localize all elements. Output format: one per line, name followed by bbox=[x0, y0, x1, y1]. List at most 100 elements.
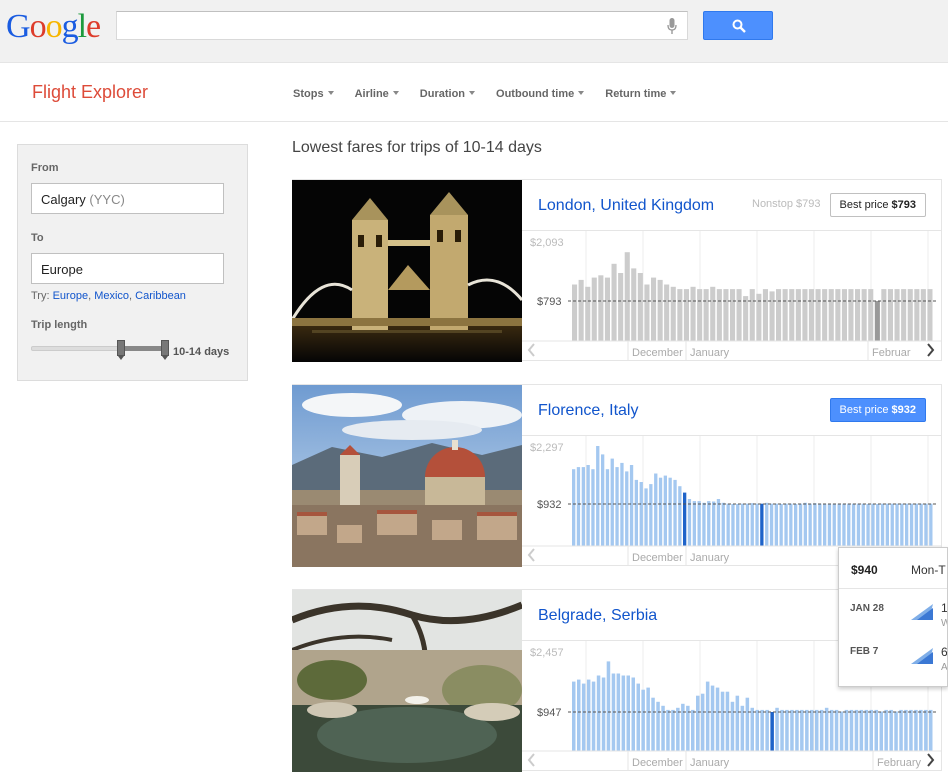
fare-bar bbox=[634, 479, 638, 546]
from-city: Calgary bbox=[41, 192, 86, 207]
fare-bar bbox=[697, 289, 703, 341]
fare-bar bbox=[700, 693, 705, 751]
month-label: January bbox=[690, 757, 730, 769]
fare-bar bbox=[702, 502, 706, 546]
outbound-date: JAN 28 bbox=[850, 603, 884, 614]
outbound-time: 1 bbox=[941, 601, 948, 615]
fare-bar bbox=[919, 503, 923, 546]
fare-bar bbox=[770, 712, 774, 751]
fare-bar bbox=[618, 273, 624, 341]
fare-bar bbox=[596, 675, 601, 751]
fare-bar bbox=[854, 709, 859, 751]
to-field[interactable]: Europe bbox=[31, 253, 224, 284]
fare-bar bbox=[651, 277, 657, 341]
filter-airline[interactable]: Airline bbox=[355, 88, 399, 100]
fare-bar bbox=[818, 503, 822, 546]
fare-bar bbox=[624, 252, 630, 341]
fare-bar bbox=[847, 503, 851, 546]
fare-bar bbox=[800, 709, 804, 751]
search-input[interactable] bbox=[116, 11, 688, 40]
fare-bar bbox=[755, 503, 759, 546]
fare-bar bbox=[755, 709, 759, 751]
fare-bar bbox=[697, 501, 701, 546]
destination-link[interactable]: Belgrade, Serbia bbox=[538, 607, 657, 625]
fare-bar bbox=[610, 458, 614, 546]
filter-duration[interactable]: Duration bbox=[420, 88, 476, 100]
fare-bar bbox=[681, 703, 685, 751]
fare-bar bbox=[823, 503, 827, 546]
fare-bar bbox=[832, 503, 836, 546]
fare-bar bbox=[849, 709, 854, 751]
y-ref-label: $793 bbox=[537, 296, 561, 308]
tooltip-price: $940 bbox=[851, 563, 878, 577]
google-logo[interactable]: Google bbox=[6, 8, 101, 46]
fare-bar bbox=[664, 284, 670, 341]
fare-bar bbox=[581, 683, 586, 751]
slider-min-handle[interactable] bbox=[117, 340, 125, 360]
search-icon bbox=[732, 19, 746, 33]
fare-bar bbox=[730, 701, 735, 751]
fare-bar bbox=[646, 687, 650, 751]
fare-bar bbox=[690, 286, 696, 341]
fare-bar bbox=[651, 697, 655, 751]
fare-bar bbox=[909, 709, 913, 751]
slider-max-handle[interactable] bbox=[161, 340, 169, 360]
filter-return-time[interactable]: Return time bbox=[605, 88, 677, 100]
fare-bar bbox=[615, 467, 619, 546]
fare-bar bbox=[666, 709, 670, 751]
destination-link[interactable]: London, United Kingdom bbox=[538, 197, 714, 215]
try-label: Try: bbox=[31, 290, 50, 302]
best-price-button[interactable]: Best price $932 bbox=[829, 398, 926, 422]
microphone-icon[interactable] bbox=[667, 18, 677, 34]
fare-bar bbox=[880, 503, 885, 546]
page-title[interactable]: Flight Explorer bbox=[32, 82, 148, 103]
fare-bar bbox=[621, 675, 626, 751]
logo-letter: e bbox=[86, 8, 101, 45]
destination-link[interactable]: Florence, Italy bbox=[538, 402, 638, 420]
fare-bar bbox=[710, 685, 715, 751]
filter-label: Return time bbox=[605, 88, 667, 100]
y-max-label: $2,297 bbox=[530, 442, 564, 454]
fare-bar bbox=[676, 707, 680, 751]
best-price-button[interactable]: Best price $793 bbox=[829, 193, 926, 217]
fare-bar bbox=[907, 289, 913, 341]
destination-photo[interactable] bbox=[292, 590, 522, 772]
fare-bar bbox=[591, 681, 596, 751]
fare-bar bbox=[905, 503, 909, 546]
fare-bar bbox=[900, 503, 904, 546]
filter-outbound-time[interactable]: Outbound time bbox=[496, 88, 585, 100]
fare-bar bbox=[839, 711, 844, 751]
search-button[interactable] bbox=[703, 11, 773, 40]
fare-bar bbox=[721, 502, 725, 546]
fare-bar bbox=[789, 289, 795, 341]
logo-letter: l bbox=[77, 8, 88, 45]
fare-bar bbox=[874, 301, 880, 341]
fare-bar bbox=[576, 467, 581, 546]
try-link-caribbean[interactable]: Caribbean bbox=[135, 290, 186, 302]
fare-bar bbox=[824, 707, 829, 751]
try-link-europe[interactable]: Europe bbox=[53, 290, 88, 302]
fare-bar bbox=[687, 499, 692, 546]
divider bbox=[839, 588, 947, 589]
fare-bar bbox=[726, 503, 730, 546]
best-price-label: Best price bbox=[839, 199, 889, 211]
fare-bar bbox=[914, 709, 918, 751]
filter-stops[interactable]: Stops bbox=[293, 88, 334, 100]
fare-bar bbox=[696, 695, 700, 751]
destination-photo[interactable] bbox=[292, 180, 522, 362]
fare-bar bbox=[715, 687, 720, 751]
fare-bar bbox=[730, 289, 736, 341]
google-topbar: Google bbox=[0, 0, 948, 63]
fare-bar bbox=[815, 289, 821, 341]
try-link-mexico[interactable]: Mexico bbox=[94, 290, 129, 302]
fare-bar bbox=[740, 503, 745, 546]
fare-chart[interactable]: $2,093 $793 December January Februar bbox=[522, 230, 942, 362]
fare-bar bbox=[861, 289, 867, 341]
destination-photo[interactable] bbox=[292, 385, 522, 567]
fare-bar bbox=[795, 289, 801, 341]
from-field[interactable]: Calgary (YYC) bbox=[31, 183, 224, 214]
fare-bar bbox=[790, 709, 794, 751]
fare-bar bbox=[798, 503, 803, 546]
fare-bar bbox=[785, 709, 789, 751]
fare-bar bbox=[749, 289, 755, 341]
